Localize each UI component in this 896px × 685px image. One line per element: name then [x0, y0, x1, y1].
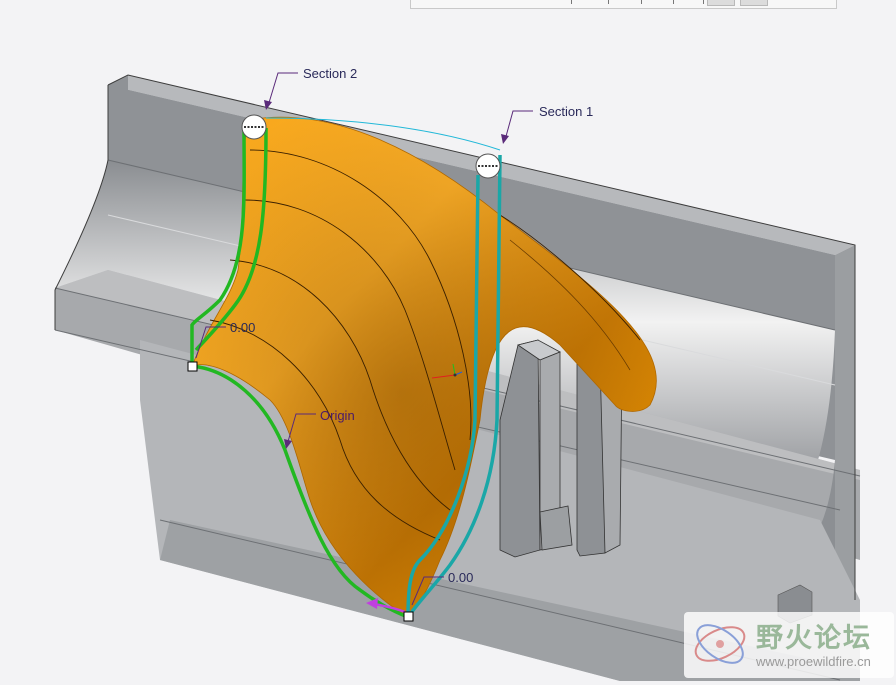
watermark: 野火论坛 www.proewildfire.cn [684, 612, 894, 678]
toolbar-separator [608, 0, 609, 4]
toolbar-button[interactable] [707, 0, 735, 6]
model-canvas[interactable]: Section 2 Section 1 Origin 0.00 0.00 [0, 0, 896, 681]
model-viewport[interactable]: Section 2 Section 1 Origin 0.00 0.00 [0, 0, 896, 681]
origin-label[interactable]: Origin [320, 408, 355, 423]
dimension-bottom-value[interactable]: 0.00 [448, 570, 473, 585]
trajectory-start-handle[interactable] [187, 361, 198, 372]
view-toolbar [410, 0, 837, 9]
section-1-label[interactable]: Section 1 [539, 104, 593, 119]
watermark-url: www.proewildfire.cn [756, 654, 871, 669]
section-2-start-handle[interactable] [241, 114, 267, 140]
toolbar-separator [673, 0, 674, 4]
toolbar-button[interactable] [740, 0, 768, 6]
trajectory-end-handle[interactable] [403, 611, 414, 622]
dimension-left-value[interactable]: 0.00 [230, 320, 255, 335]
section-2-label[interactable]: Section 2 [303, 66, 357, 81]
toolbar-separator [641, 0, 642, 4]
section-1-start-handle[interactable] [475, 153, 501, 179]
watermark-logo-icon [694, 624, 746, 664]
watermark-title: 野火论坛 [756, 623, 872, 654]
toolbar-separator [571, 0, 572, 4]
toolbar-separator [703, 0, 704, 4]
